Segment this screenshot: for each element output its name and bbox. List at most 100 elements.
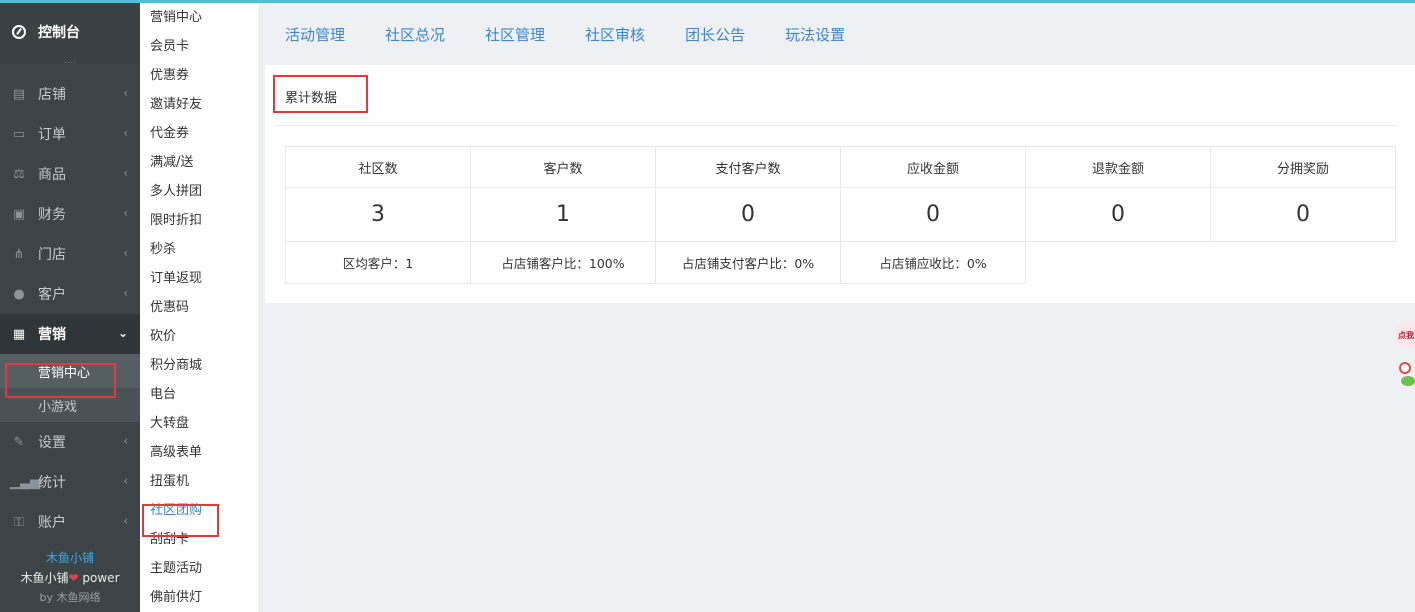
sidebar-item-label: 营销: [38, 327, 66, 343]
tab-leader-announcement[interactable]: 团长公告: [685, 24, 745, 45]
submenu-item[interactable]: 会员卡: [140, 32, 259, 61]
chevron-left-icon: ‹: [123, 286, 128, 300]
submenu-item[interactable]: 积分商城: [140, 351, 259, 380]
stat-ratio: 区均客户：1: [285, 241, 471, 284]
sidebar-item-label: 账户: [38, 515, 66, 531]
sidebar-item-label: 客户: [38, 287, 66, 303]
sidebar-item-label: 门店: [38, 247, 66, 263]
tab-gameplay-settings[interactable]: 玩法设置: [785, 24, 845, 45]
sidebar-item-orders[interactable]: ▭ 订单 ‹: [0, 114, 140, 154]
empty-cell: [1211, 242, 1396, 284]
footer-power-right: power: [82, 571, 120, 585]
stat-ratio: 占店铺客户比：100%: [470, 241, 656, 284]
submenu-item[interactable]: 订单返现: [140, 264, 259, 293]
sidebar-footer: 木鱼小铺 木鱼小铺❤ power by 木鱼网络: [0, 548, 140, 608]
stat-header: 退款金额: [1025, 146, 1211, 188]
submenu-item[interactable]: 高级表单: [140, 438, 259, 467]
chevron-left-icon: ‹: [123, 126, 128, 140]
chevron-left-icon: ‹: [123, 434, 128, 448]
sidebar-item-label: 商品: [38, 167, 66, 183]
submenu-item[interactable]: 优惠码: [140, 293, 259, 322]
stat-header: 分拥奖励: [1210, 146, 1396, 188]
footer-brand[interactable]: 木鱼小铺: [0, 548, 140, 568]
order-icon: ▭: [12, 126, 26, 142]
highlight-box-marketing-center: [5, 363, 116, 398]
submenu-item[interactable]: 限时折扣: [140, 206, 259, 235]
gift-icon: ▦: [12, 326, 26, 342]
dashboard-icon: [12, 25, 26, 39]
stat-header: 支付客户数: [655, 146, 841, 188]
sidebar-item-label: 设置: [38, 435, 66, 451]
sidebar-subitem-label: 小游戏: [38, 399, 78, 415]
submenu-item[interactable]: 满减/送: [140, 148, 259, 177]
submenu-item[interactable]: 主题活动: [140, 554, 259, 583]
divider-dots: ....: [63, 55, 77, 66]
main-sidebar: 控制台 .... ▤ 店铺 ‹ ▭ 订单 ‹ ⚖ 商品 ‹ ▣ 财务 ‹ ⋔ 门…: [0, 0, 140, 612]
sidebar-item-account[interactable]: ⚿ 账户 ‹: [0, 502, 140, 542]
submenu-item[interactable]: 代金券: [140, 119, 259, 148]
submenu-item[interactable]: 营销中心: [140, 3, 259, 32]
tab-community-review[interactable]: 社区审核: [585, 24, 645, 45]
sidebar-item-settings[interactable]: ✎ 设置 ‹: [0, 422, 140, 462]
users-icon: ●: [13, 286, 25, 302]
highlight-box-cumulative-data: [273, 75, 368, 113]
stat-ratio: 占店铺支付客户比：0%: [655, 241, 841, 284]
submenu-item[interactable]: 佛前供灯: [140, 583, 259, 612]
float-text: 点我: [1398, 331, 1414, 340]
stat-value: 0: [840, 187, 1026, 242]
store-icon: ▤: [12, 86, 26, 102]
sidebar-item-label: 订单: [38, 127, 66, 143]
stat-ratio: 占店铺应收比：0%: [840, 241, 1026, 284]
stat-header: 社区数: [285, 146, 471, 188]
money-icon: ▣: [12, 206, 26, 222]
sidebar-item-customers[interactable]: ● 客户 ‹: [0, 274, 140, 314]
sidebar-item-label: 财务: [38, 207, 66, 223]
sidebar-item-label: 统计: [38, 475, 66, 491]
submenu-item[interactable]: 大转盘: [140, 409, 259, 438]
top-accent-line: [0, 0, 1415, 3]
chevron-left-icon: ‹: [123, 86, 128, 100]
chevron-left-icon: ‹: [123, 246, 128, 260]
submenu-item[interactable]: 优惠券: [140, 61, 259, 90]
sidebar-item-marketing[interactable]: ▦ 营销 ⌄: [0, 314, 140, 354]
stat-value: 0: [1210, 187, 1396, 242]
sidebar-item-products[interactable]: ⚖ 商品 ‹: [0, 154, 140, 194]
tab-activity-management[interactable]: 活动管理: [285, 24, 345, 45]
chevron-left-icon: ‹: [123, 166, 128, 180]
submenu-item[interactable]: 扭蛋机: [140, 467, 259, 496]
key-icon: ⚿: [14, 514, 24, 530]
chevron-down-icon: ⌄: [117, 326, 128, 340]
submenu-item[interactable]: 电台: [140, 380, 259, 409]
sidebar-item-store[interactable]: ▤ 店铺 ‹: [0, 74, 140, 114]
empty-cell: [1026, 242, 1211, 284]
submenu-item[interactable]: 邀请好友: [140, 90, 259, 119]
cumulative-data-panel: 累计数据 社区数 客户数 支付客户数 应收金额 退款金额 分拥奖励 3 1 0 …: [265, 65, 1415, 303]
submenu-item[interactable]: 砍价: [140, 322, 259, 351]
sidebar-item-statistics[interactable]: ▁▃▅ 统计 ‹: [0, 462, 140, 502]
bar-chart-icon: ▁▃▅: [10, 474, 40, 490]
submenu-item[interactable]: 秒杀: [140, 235, 259, 264]
sidebar-item-branches[interactable]: ⋔ 门店 ‹: [0, 234, 140, 274]
footer-power: 木鱼小铺❤ power: [0, 568, 140, 588]
stat-header: 应收金额: [840, 146, 1026, 188]
chevron-left-icon: ‹: [123, 474, 128, 488]
chevron-left-icon: ‹: [123, 514, 128, 528]
submenu-item[interactable]: 多人拼团: [140, 177, 259, 206]
ball-icon: [1399, 362, 1411, 374]
tab-bar: 活动管理 社区总况 社区管理 社区审核 团长公告 玩法设置: [265, 3, 1415, 65]
footer-power-left: 木鱼小铺: [20, 571, 69, 585]
stat-value: 0: [1025, 187, 1211, 242]
heart-icon: ❤: [68, 571, 79, 585]
branches-icon: ⋔: [13, 246, 25, 262]
divider: [275, 125, 1397, 126]
stat-header: 客户数: [470, 146, 656, 188]
tab-community-management[interactable]: 社区管理: [485, 24, 545, 45]
leaf-icon: [1401, 376, 1415, 386]
highlight-box-community-group-buy: [142, 504, 219, 537]
stat-value: 1: [470, 187, 656, 242]
footer-by: by 木鱼网络: [39, 591, 101, 604]
tab-community-overview[interactable]: 社区总况: [385, 24, 445, 45]
floating-mascot-widget[interactable]: 点我: [1393, 322, 1415, 388]
sidebar-item-finance[interactable]: ▣ 财务 ‹: [0, 194, 140, 234]
stat-value: 3: [285, 187, 471, 242]
